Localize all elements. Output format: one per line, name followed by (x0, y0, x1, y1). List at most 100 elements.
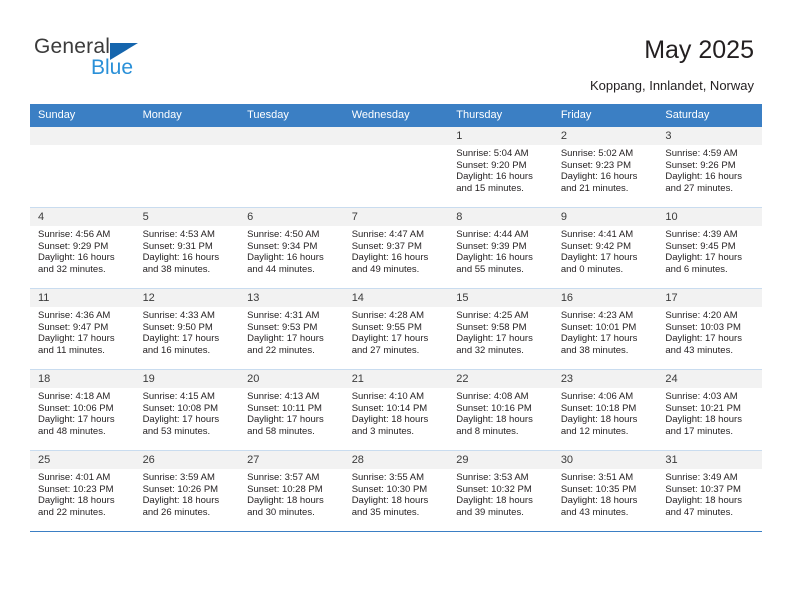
daylight-text-line1: Daylight: 18 hours (247, 495, 324, 507)
sunrise-text: Sunrise: 5:02 AM (560, 148, 634, 159)
daylight-text-line2: and 11 minutes. (38, 344, 105, 356)
daylight-text-line1: Daylight: 18 hours (665, 414, 742, 426)
day-cell[interactable]: 6 Sunrise: 4:50 AM Sunset: 9:34 PM Daylight… (239, 207, 344, 289)
day-cell[interactable]: 8 Sunrise: 4:44 AM Sunset: 9:39 PM Daylight… (448, 207, 553, 289)
day-number: 6 (239, 208, 344, 226)
calendar-week-row: 4 Sunrise: 4:56 AM Sunset: 9:29 PM Daylight… (30, 207, 762, 289)
daylight-text-line2: and 53 minutes. (142, 425, 211, 437)
day-cell[interactable]: 4 Sunrise: 4:56 AM Sunset: 9:29 PM Daylight… (30, 207, 135, 289)
sunrise-text: Sunrise: 4:33 AM (142, 310, 215, 321)
sunset-text: Sunset: 9:29 PM (38, 240, 109, 252)
day-cell[interactable]: 27 Sunrise: 3:57 AM Sunset: 10:28 PM Daylig… (239, 450, 344, 532)
day-number: 15 (448, 289, 553, 307)
day-cell-empty (134, 127, 240, 208)
daylight-text-line2: and 0 minutes. (560, 263, 624, 275)
day-number: 14 (343, 289, 449, 307)
daylight-text-line2: and 32 minutes. (456, 344, 524, 356)
sunset-text: Sunset: 10:32 PM (456, 483, 532, 495)
weekday-header-wednesday: Wednesday (343, 104, 449, 127)
daylight-text-line2: and 47 minutes. (665, 506, 733, 518)
day-number: 2 (552, 127, 658, 145)
day-cell[interactable]: 9 Sunrise: 4:41 AM Sunset: 9:42 PM Daylight… (552, 207, 658, 289)
day-cell[interactable]: 26 Sunrise: 3:59 AM Sunset: 10:26 PM Daylig… (134, 450, 240, 532)
weekday-header-tuesday: Tuesday (239, 104, 344, 127)
sunrise-text: Sunrise: 4:28 AM (351, 310, 425, 321)
sunset-text: Sunset: 9:34 PM (247, 240, 318, 252)
day-cell-empty (343, 127, 449, 208)
daylight-text-line2: and 43 minutes. (665, 344, 733, 356)
daylight-text-line1: Daylight: 17 hours (351, 333, 429, 345)
sunset-text: Sunset: 10:14 PM (351, 402, 428, 414)
day-cell[interactable]: 2 Sunrise: 5:02 AM Sunset: 9:23 PM Daylight… (552, 127, 658, 208)
day-cell[interactable]: 11 Sunrise: 4:36 AM Sunset: 9:47 PM Dayligh… (30, 288, 135, 370)
sunset-text: Sunset: 10:01 PM (560, 321, 637, 333)
sunrise-text: Sunrise: 4:31 AM (247, 310, 320, 321)
general-blue-logo[interactable]: General Blue (34, 36, 274, 88)
day-cell[interactable]: 12 Sunrise: 4:33 AM Sunset: 9:50 PM Dayligh… (134, 288, 240, 370)
day-cell[interactable]: 13 Sunrise: 4:31 AM Sunset: 9:53 PM Dayligh… (239, 288, 344, 370)
day-number (134, 127, 240, 145)
sunrise-text: Sunrise: 3:55 AM (351, 472, 425, 483)
daylight-text-line2: and 12 minutes. (560, 425, 629, 437)
day-cell[interactable]: 14 Sunrise: 4:28 AM Sunset: 9:55 PM Dayligh… (343, 288, 449, 370)
daylight-text-line2: and 44 minutes. (247, 263, 315, 275)
day-cell[interactable]: 7 Sunrise: 4:47 AM Sunset: 9:37 PM Daylight… (343, 207, 449, 289)
sunrise-text: Sunrise: 4:41 AM (560, 229, 634, 240)
daylight-text-line1: Daylight: 18 hours (351, 495, 429, 507)
daylight-text-line2: and 6 minutes. (665, 263, 728, 275)
daylight-text-line2: and 55 minutes. (456, 263, 524, 275)
daylight-text-line2: and 27 minutes. (665, 182, 733, 194)
sunset-text: Sunset: 9:39 PM (456, 240, 527, 252)
day-cell[interactable]: 1 Sunrise: 5:04 AM Sunset: 9:20 PM Daylight… (448, 127, 553, 208)
day-cell[interactable]: 24 Sunrise: 4:03 AM Sunset: 10:21 PM Daylig… (657, 369, 762, 451)
day-cell[interactable]: 22 Sunrise: 4:08 AM Sunset: 10:16 PM Daylig… (448, 369, 553, 451)
daylight-text-line1: Daylight: 16 hours (247, 252, 324, 264)
day-cell[interactable]: 15 Sunrise: 4:25 AM Sunset: 9:58 PM Dayligh… (448, 288, 553, 370)
sunset-text: Sunset: 9:42 PM (560, 240, 632, 252)
sunset-text: Sunset: 9:45 PM (665, 240, 736, 252)
daylight-text-line1: Daylight: 18 hours (351, 414, 429, 426)
daylight-text-line1: Daylight: 18 hours (142, 495, 220, 507)
day-cell[interactable]: 23 Sunrise: 4:06 AM Sunset: 10:18 PM Daylig… (552, 369, 658, 451)
weekday-header-thursday: Thursday (448, 104, 553, 127)
day-number: 24 (657, 370, 762, 388)
sunset-text: Sunset: 10:30 PM (351, 483, 428, 495)
sunrise-text: Sunrise: 4:50 AM (247, 229, 320, 240)
day-cell[interactable]: 3 Sunrise: 4:59 AM Sunset: 9:26 PM Daylight… (657, 127, 762, 208)
day-cell[interactable]: 5 Sunrise: 4:53 AM Sunset: 9:31 PM Daylight… (134, 207, 240, 289)
day-cell[interactable]: 16 Sunrise: 4:23 AM Sunset: 10:01 PM Daylig… (552, 288, 658, 370)
day-cell[interactable]: 10 Sunrise: 4:39 AM Sunset: 9:45 PM Dayligh… (657, 207, 762, 289)
day-number: 27 (239, 451, 344, 469)
day-number: 16 (552, 289, 658, 307)
day-cell[interactable]: 29 Sunrise: 3:53 AM Sunset: 10:32 PM Daylig… (448, 450, 553, 532)
sunset-text: Sunset: 10:28 PM (247, 483, 323, 495)
day-number: 17 (657, 289, 762, 307)
daylight-text-line1: Daylight: 18 hours (38, 495, 115, 507)
daylight-text-line2: and 26 minutes. (142, 506, 211, 518)
daylight-text-line1: Daylight: 17 hours (665, 252, 742, 264)
day-cell[interactable]: 30 Sunrise: 3:51 AM Sunset: 10:35 PM Daylig… (552, 450, 658, 532)
day-cell[interactable]: 17 Sunrise: 4:20 AM Sunset: 10:03 PM Daylig… (657, 288, 762, 370)
day-cell[interactable]: 25 Sunrise: 4:01 AM Sunset: 10:23 PM Daylig… (30, 450, 135, 532)
sunrise-text: Sunrise: 4:59 AM (665, 148, 738, 159)
sunrise-text: Sunrise: 4:53 AM (142, 229, 215, 240)
day-cell[interactable]: 28 Sunrise: 3:55 AM Sunset: 10:30 PM Daylig… (343, 450, 449, 532)
daylight-text-line2: and 30 minutes. (247, 506, 315, 518)
day-cell[interactable]: 18 Sunrise: 4:18 AM Sunset: 10:06 PM Daylig… (30, 369, 135, 451)
day-number: 29 (448, 451, 553, 469)
day-cell[interactable]: 20 Sunrise: 4:13 AM Sunset: 10:11 PM Daylig… (239, 369, 344, 451)
day-number: 19 (134, 370, 240, 388)
daylight-text-line1: Daylight: 17 hours (560, 333, 638, 345)
day-cell[interactable]: 21 Sunrise: 4:10 AM Sunset: 10:14 PM Daylig… (343, 369, 449, 451)
day-number (30, 127, 135, 145)
daylight-text-line2: and 16 minutes. (142, 344, 211, 356)
day-cell[interactable]: 31 Sunrise: 3:49 AM Sunset: 10:37 PM Daylig… (657, 450, 762, 532)
sunset-text: Sunset: 9:26 PM (665, 159, 736, 171)
sunrise-sunset-calendar: Sunday Monday Tuesday Wednesday Thursday… (30, 104, 762, 532)
daylight-text-line2: and 22 minutes. (38, 506, 106, 518)
day-cell[interactable]: 19 Sunrise: 4:15 AM Sunset: 10:08 PM Daylig… (134, 369, 240, 451)
sunrise-text: Sunrise: 3:57 AM (247, 472, 320, 483)
sunrise-text: Sunrise: 4:36 AM (38, 310, 111, 321)
sunrise-text: Sunrise: 4:44 AM (456, 229, 529, 240)
daylight-text-line2: and 27 minutes. (351, 344, 420, 356)
